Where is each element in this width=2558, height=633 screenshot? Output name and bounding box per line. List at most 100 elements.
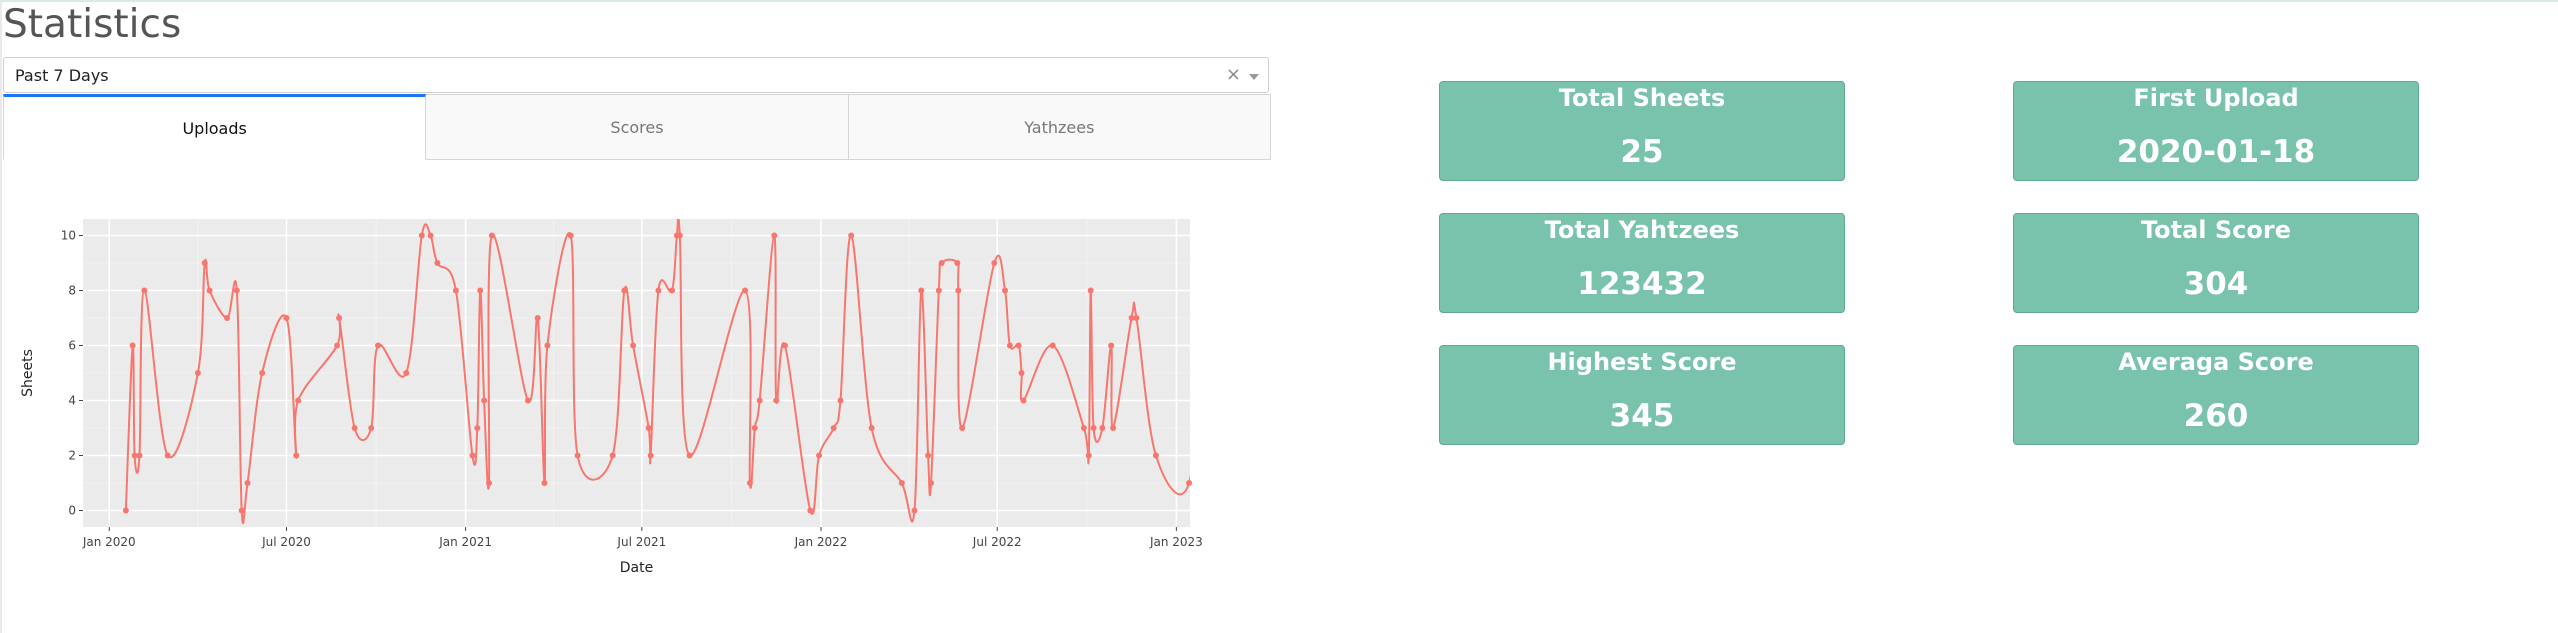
series-point — [925, 452, 932, 459]
x-tick-label: Jan 2023 — [1149, 535, 1203, 549]
series-point — [645, 425, 652, 431]
series-point — [336, 315, 343, 321]
series-point — [756, 397, 763, 404]
series-point — [746, 480, 753, 486]
stat-label-total-yahtzees: Total Yahtzees — [1544, 216, 1740, 244]
series-point — [742, 287, 749, 294]
series-point — [781, 342, 788, 349]
series-point — [991, 260, 998, 266]
stat-card-total-score: Total Score 304 — [2013, 213, 2419, 313]
series-point — [918, 287, 925, 294]
stat-label-total-score: Total Score — [2140, 216, 2292, 244]
series-point — [837, 397, 844, 404]
tab-yathzees[interactable]: Yathzees — [848, 94, 1271, 160]
series-point — [955, 287, 962, 294]
clear-icon[interactable]: × — [1226, 64, 1241, 85]
series-point — [403, 370, 410, 376]
y-tick-label: 4 — [68, 394, 76, 408]
series-point — [655, 287, 662, 294]
series-point — [434, 260, 441, 266]
x-tick-label: Jan 2020 — [82, 535, 136, 549]
series-point — [351, 425, 358, 431]
series-point — [954, 260, 961, 266]
series-point — [488, 232, 495, 239]
stat-label-average-score: Averaga Score — [2118, 348, 2314, 376]
series-point — [1186, 480, 1193, 486]
series-point — [751, 425, 758, 431]
stat-value-total-sheets: 25 — [1620, 134, 1664, 170]
series-point — [295, 397, 302, 404]
series-point — [136, 452, 143, 459]
page-title: Statistics — [3, 2, 182, 47]
series-point — [1015, 342, 1022, 349]
series-point — [368, 425, 375, 431]
series-point — [375, 342, 382, 349]
series-point — [233, 287, 240, 294]
series-point — [928, 480, 935, 486]
series-point — [238, 507, 245, 514]
x-tick-label: Jan 2022 — [794, 535, 848, 549]
series-point — [141, 287, 148, 294]
series-point — [418, 232, 425, 239]
series-point — [898, 480, 905, 486]
series-point — [427, 232, 434, 239]
series-point — [1090, 425, 1097, 431]
series-point — [1006, 342, 1013, 349]
uploads-chart: 0 2 4 6 8 10 Jan 2020 Jul 2020 Jan 2021 Jul 2021 J… — [0, 200, 1220, 600]
series-point — [122, 507, 129, 514]
series-point — [676, 232, 683, 239]
stat-card-total-yahtzees: Total Yahtzees 123432 — [1439, 213, 1845, 313]
tab-scores[interactable]: Scores — [426, 94, 849, 160]
series-point — [1049, 342, 1056, 349]
x-axis-title: Date — [620, 560, 653, 576]
stat-label-first-upload: First Upload — [2133, 84, 2299, 112]
series-point — [935, 287, 942, 294]
date-range-select[interactable]: Past 7 Days × — [3, 57, 1269, 93]
stats-tabs: Uploads Scores Yathzees — [3, 94, 1271, 160]
series-point — [1085, 452, 1092, 459]
series-point — [848, 232, 855, 239]
y-tick-label: 0 — [68, 504, 76, 518]
y-tick-label: 2 — [68, 449, 76, 463]
series-point — [477, 287, 484, 294]
top-rule — [0, 0, 2558, 2]
series-point — [206, 287, 213, 294]
series-point — [194, 370, 201, 376]
y-tick-label: 8 — [68, 284, 76, 298]
series-point — [129, 342, 136, 349]
series-point — [771, 232, 778, 239]
stat-label-total-sheets: Total Sheets — [1558, 84, 1726, 112]
stat-card-total-sheets: Total Sheets 25 — [1439, 81, 1845, 181]
series-point — [293, 452, 300, 459]
series-point — [1002, 287, 1009, 294]
series-point — [283, 315, 290, 321]
stat-value-average-score: 260 — [2183, 398, 2249, 434]
y-tick-label: 10 — [61, 229, 76, 243]
x-tick-label: Jul 2022 — [972, 535, 1022, 549]
series-point — [334, 342, 341, 349]
stat-value-total-score: 304 — [2183, 266, 2249, 302]
chevron-down-icon[interactable] — [1249, 74, 1259, 80]
stat-label-highest-score: Highest Score — [1547, 348, 1737, 376]
series-point — [938, 260, 945, 266]
series-point — [541, 480, 548, 486]
stat-value-highest-score: 345 — [1609, 398, 1675, 434]
date-range-select-value: Past 7 Days — [15, 66, 109, 85]
series-point — [773, 397, 780, 404]
series-point — [469, 452, 476, 459]
series-point — [474, 425, 481, 431]
series-point — [164, 452, 171, 459]
series-point — [485, 480, 492, 486]
series-point — [647, 452, 654, 459]
series-point — [224, 315, 231, 321]
tab-uploads[interactable]: Uploads — [3, 94, 427, 160]
stat-value-total-yahtzees: 123432 — [1577, 266, 1707, 302]
series-point — [1110, 425, 1117, 431]
series-point — [1018, 370, 1025, 376]
series-point — [911, 507, 918, 514]
series-point — [1080, 425, 1087, 431]
series-point — [244, 480, 251, 486]
stat-value-first-upload: 2020-01-18 — [2116, 134, 2316, 170]
series-point — [574, 452, 581, 459]
series-point — [669, 287, 676, 294]
